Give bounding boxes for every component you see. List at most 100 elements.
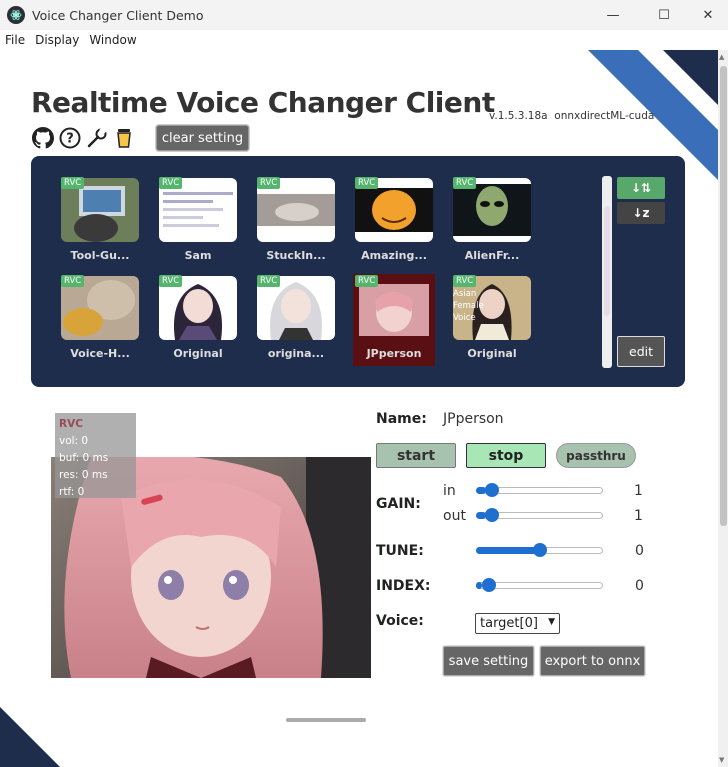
gain-out-value: 1 (634, 508, 643, 524)
rvc-badge: RVC (453, 177, 477, 189)
voice-select-value: target[0] (480, 616, 538, 631)
passthru-button[interactable]: passthru (556, 443, 636, 468)
stop-button[interactable]: stop (466, 443, 546, 468)
model-slot-label: Sam (184, 249, 212, 262)
slot-scroll-thumb[interactable] (604, 206, 610, 316)
chevron-down-icon: ▼ (548, 617, 555, 627)
rvc-badge: RVC (61, 275, 85, 287)
export-onnx-button[interactable]: export to onnx (540, 646, 645, 676)
rvc-badge: RVC (159, 275, 183, 287)
model-name-value: JPperson (443, 411, 504, 427)
voice-label: Voice: (376, 613, 424, 629)
rvc-badge: RVC (257, 275, 281, 287)
rvc-badge: RVC (61, 177, 85, 189)
menu-display[interactable]: Display (30, 33, 84, 47)
model-slot-stuckin[interactable]: RVC StuckIn... (255, 176, 337, 268)
model-slot-label: Original (173, 347, 223, 360)
clear-setting-button[interactable]: clear setting (156, 125, 249, 151)
model-slot-label: Amazing... (361, 249, 427, 262)
sort-button[interactable]: ↓⇅ (617, 177, 665, 199)
model-slot-amazing[interactable]: RVC Amazing... (353, 176, 435, 268)
model-slot-panel: RVC Tool-Gu... RVC Sam RVC StuckIn... RVC Amazi… (31, 156, 685, 387)
model-slot-jpperson[interactable]: RVC JPperson (353, 274, 435, 366)
tune-value: 0 (635, 543, 644, 559)
stat-res: res: 0 ms (59, 469, 108, 481)
model-slot-label: Tool-Gu... (70, 249, 130, 262)
tune-slider-knob[interactable] (532, 543, 547, 557)
gain-label: GAIN: (376, 496, 421, 512)
index-label: INDEX: (376, 578, 431, 594)
stats-overlay: RVC vol: 0 buf: 0 ms res: 0 ms rtf: 0 (55, 413, 136, 498)
github-icon[interactable] (31, 126, 55, 150)
header-icons: ? (31, 126, 136, 150)
gain-out-slider-knob[interactable] (485, 508, 500, 522)
rvc-badge: RVC (257, 177, 281, 189)
gain-out-slider[interactable] (476, 508, 603, 522)
help-icon[interactable]: ? (58, 126, 82, 150)
minimize-button[interactable]: — (590, 0, 636, 30)
menu-file[interactable]: File (0, 33, 30, 47)
rvc-badge: RVC (159, 177, 183, 189)
model-slot-label: origina... (267, 347, 325, 360)
gain-in-slider[interactable] (476, 483, 603, 497)
thumbnail-caption: Asian Female Voice (453, 289, 484, 323)
page-scrollbar[interactable]: ▲ ▼ (718, 50, 728, 767)
model-slot-label: Voice-H... (70, 347, 130, 360)
model-slot-label: AlienFr... (464, 249, 520, 262)
page-scroll-thumb[interactable] (720, 66, 727, 526)
maximize-icon: ☐ (658, 7, 670, 23)
scroll-up-icon[interactable]: ▲ (719, 53, 724, 61)
wrench-icon[interactable] (85, 126, 109, 150)
main-content: Realtime Voice Changer Client v.1.5.3.18… (0, 50, 718, 767)
maximize-button[interactable]: ☐ (641, 0, 687, 30)
rvc-badge: RVC (355, 275, 379, 287)
scroll-down-icon[interactable]: ▼ (719, 756, 724, 764)
stat-rtf: rtf: 0 (59, 486, 85, 498)
model-slot-original-3[interactable]: RVC Asian Female Voice Original (451, 274, 533, 366)
corner-decoration-bottom (0, 707, 60, 767)
svg-text:?: ? (66, 132, 74, 147)
model-slot-voice-h[interactable]: RVC Voice-H... (59, 274, 141, 366)
model-slot-alienfr[interactable]: RVC AlienFr... (451, 176, 533, 268)
gain-in-value: 1 (634, 483, 643, 499)
model-slot-tool-guy[interactable]: RVC Tool-Gu... (59, 176, 141, 268)
voice-select[interactable]: target[0] ▼ (475, 613, 560, 634)
model-slot-original-1[interactable]: RVC Original (157, 274, 239, 366)
menu-bar: File Display Window (0, 30, 728, 50)
tune-label: TUNE: (376, 543, 424, 559)
minimize-icon: — (606, 7, 620, 23)
coffee-icon[interactable] (112, 126, 136, 150)
window-title: Voice Changer Client Demo (32, 7, 204, 23)
model-slot-label: StuckIn... (266, 249, 326, 262)
model-slot-label: JPperson (366, 347, 422, 360)
menu-window[interactable]: Window (84, 33, 141, 47)
index-slider[interactable] (476, 578, 603, 592)
rvc-badge: RVC (453, 275, 477, 287)
save-setting-button[interactable]: save setting (443, 646, 534, 676)
model-slot-sam[interactable]: RVC Sam (157, 176, 239, 268)
edit-button[interactable]: edit (617, 336, 665, 367)
gain-in-slider-knob[interactable] (485, 483, 500, 497)
model-slot-original-2[interactable]: RVC origina... (255, 274, 337, 366)
sort-alpha-button[interactable]: ↓z (617, 202, 665, 224)
rvc-badge: RVC (355, 177, 379, 189)
index-value: 0 (635, 578, 644, 594)
stat-vol: vol: 0 (59, 435, 89, 447)
stat-model-type: RVC (59, 418, 83, 430)
version-label: v.1.5.3.18a onnxdirectML-cuda (489, 110, 655, 122)
gain-out-label: out (443, 508, 466, 524)
model-slot-label: Original (467, 347, 517, 360)
tune-slider[interactable] (476, 543, 603, 557)
title-bar: Voice Changer Client Demo — ☐ ✕ (0, 0, 728, 30)
app-icon (7, 6, 25, 24)
close-icon: ✕ (702, 7, 714, 23)
slot-scrollbar[interactable] (602, 176, 612, 368)
app-title: Realtime Voice Changer Client (31, 86, 495, 119)
start-button[interactable]: start (376, 443, 456, 468)
bottom-divider (286, 718, 366, 722)
stat-buf: buf: 0 ms (59, 452, 109, 464)
name-label: Name: (376, 411, 427, 427)
close-button[interactable]: ✕ (685, 0, 728, 30)
gain-in-label: in (443, 483, 456, 499)
index-slider-knob[interactable] (481, 578, 496, 592)
